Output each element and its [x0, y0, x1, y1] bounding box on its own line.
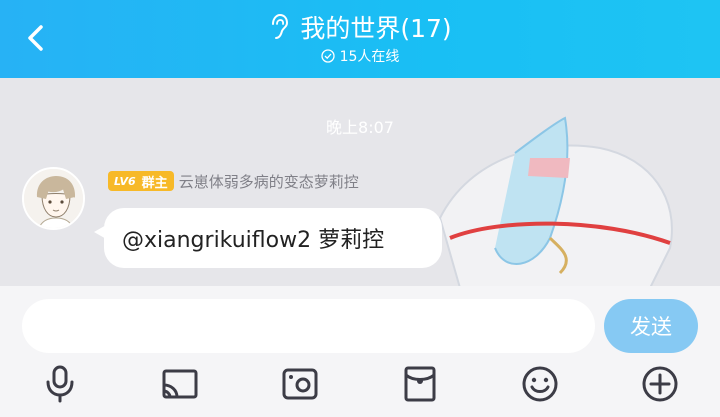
red-packet-icon[interactable] — [400, 364, 440, 404]
message-input[interactable] — [22, 299, 595, 353]
online-count: 15人在线 — [339, 49, 400, 65]
avatar-illustration — [24, 169, 83, 228]
composer: 发送 — [0, 286, 720, 417]
avatar[interactable] — [22, 167, 85, 230]
send-button[interactable]: 发送 — [604, 299, 698, 353]
page-title[interactable]: 我的世界(17) — [300, 9, 451, 45]
title-row: 我的世界(17) — [0, 10, 720, 44]
emoji-icon[interactable] — [520, 364, 560, 404]
message-timestamp: 晚上8:07 — [326, 118, 394, 137]
screen-cast-icon[interactable] — [160, 364, 200, 404]
photo-icon[interactable] — [280, 364, 320, 404]
title-bar: 我的世界(17) 15人在线 — [0, 0, 720, 78]
check-circle-icon — [320, 49, 335, 63]
message-bubble[interactable]: @xiangrikuiflow2 萝莉控 — [104, 208, 442, 268]
level-badge: LV6 — [114, 174, 136, 188]
ear-icon[interactable] — [268, 13, 290, 41]
plus-icon[interactable] — [640, 364, 680, 404]
online-status[interactable]: 15人在线 — [0, 46, 720, 66]
sender-meta: LV6 群主 云崽体弱多病的变态萝莉控 — [108, 170, 359, 192]
sender-name[interactable]: 云崽体弱多病的变态萝莉控 — [179, 171, 359, 192]
composer-toolbar — [0, 364, 720, 406]
role-label: 群主 — [141, 175, 168, 191]
microphone-icon[interactable] — [40, 364, 80, 404]
chat-area[interactable]: 晚上8:07 LV6 群主 云崽体弱多病的变态萝莉控 @xiangrikuifl… — [0, 78, 720, 286]
role-badge: LV6 群主 — [108, 171, 174, 191]
